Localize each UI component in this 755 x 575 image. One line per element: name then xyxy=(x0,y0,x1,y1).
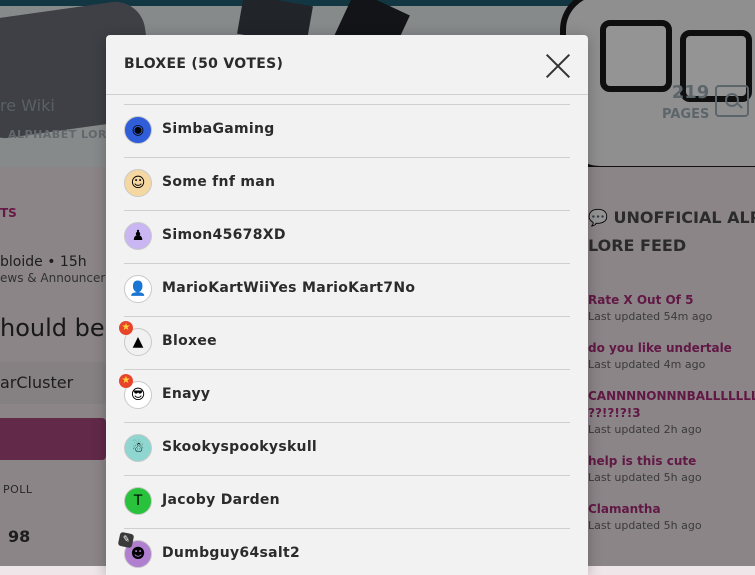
modal-title: BLOXEE (50 VOTES) xyxy=(124,56,283,72)
voter-name[interactable]: Skookyspookyskull xyxy=(162,439,317,455)
avatar-glyph: T xyxy=(125,488,151,514)
voter-name[interactable]: Bloxee xyxy=(162,333,217,349)
voters-modal: BLOXEE (50 VOTES) ◉ SimbaGaming ☺ Some fnf … xyxy=(106,35,588,575)
voter-name[interactable]: MarioKartWiiYes MarioKart7No xyxy=(162,280,415,296)
voter-row[interactable]: ☃ Skookyspookyskull xyxy=(124,423,570,476)
voter-name[interactable]: Enayy xyxy=(162,386,210,402)
voter-row[interactable]: ▲★Bloxee xyxy=(124,317,570,370)
avatar-glyph: ◉ xyxy=(125,117,151,143)
voter-row[interactable]: T Jacoby Darden xyxy=(124,476,570,529)
voter-row[interactable]: ◉ SimbaGaming xyxy=(124,105,570,158)
cartoon-character-icon[interactable]: ☺ xyxy=(124,169,152,197)
modal-header: BLOXEE (50 VOTES) xyxy=(106,35,588,95)
teal-character-icon[interactable]: ☃ xyxy=(124,434,152,462)
voter-name[interactable]: Dumbguy64salt2 xyxy=(162,545,300,561)
voter-name[interactable]: Simon45678XD xyxy=(162,227,286,243)
edit-badge-icon: ✎ xyxy=(118,532,135,549)
voter-row[interactable]: 😎★Enayy xyxy=(124,370,570,423)
green-logo-icon[interactable]: T xyxy=(124,487,152,515)
avatar-glyph: ☺ xyxy=(125,170,151,196)
avatar-glyph: ☃ xyxy=(125,435,151,461)
avatar-glyph: 👤 xyxy=(125,276,151,302)
avatar-glyph: ♟ xyxy=(125,223,151,249)
voter-name[interactable]: SimbaGaming xyxy=(162,121,275,137)
purple-character-icon[interactable]: ♟ xyxy=(124,222,152,250)
voter-row[interactable]: 👤 MarioKartWiiYes MarioKart7No xyxy=(124,264,570,317)
voter-name[interactable]: Some fnf man xyxy=(162,174,275,190)
blue-circle-face-icon[interactable]: ◉ xyxy=(124,116,152,144)
default-user-icon[interactable]: 👤 xyxy=(124,275,152,303)
voter-list[interactable]: ◉ SimbaGaming ☺ Some fnf man ♟ Simon45678XD 👤 M… xyxy=(124,104,570,575)
star-badge-icon: ★ xyxy=(119,374,133,388)
voter-row[interactable]: ☺ Some fnf man xyxy=(124,158,570,211)
close-button[interactable] xyxy=(542,50,574,82)
voter-name[interactable]: Jacoby Darden xyxy=(162,492,280,508)
voter-row[interactable]: ♟ Simon45678XD xyxy=(124,211,570,264)
star-badge-icon: ★ xyxy=(119,321,133,335)
voter-row[interactable]: ☻✎Dumbguy64salt2 xyxy=(124,529,570,575)
